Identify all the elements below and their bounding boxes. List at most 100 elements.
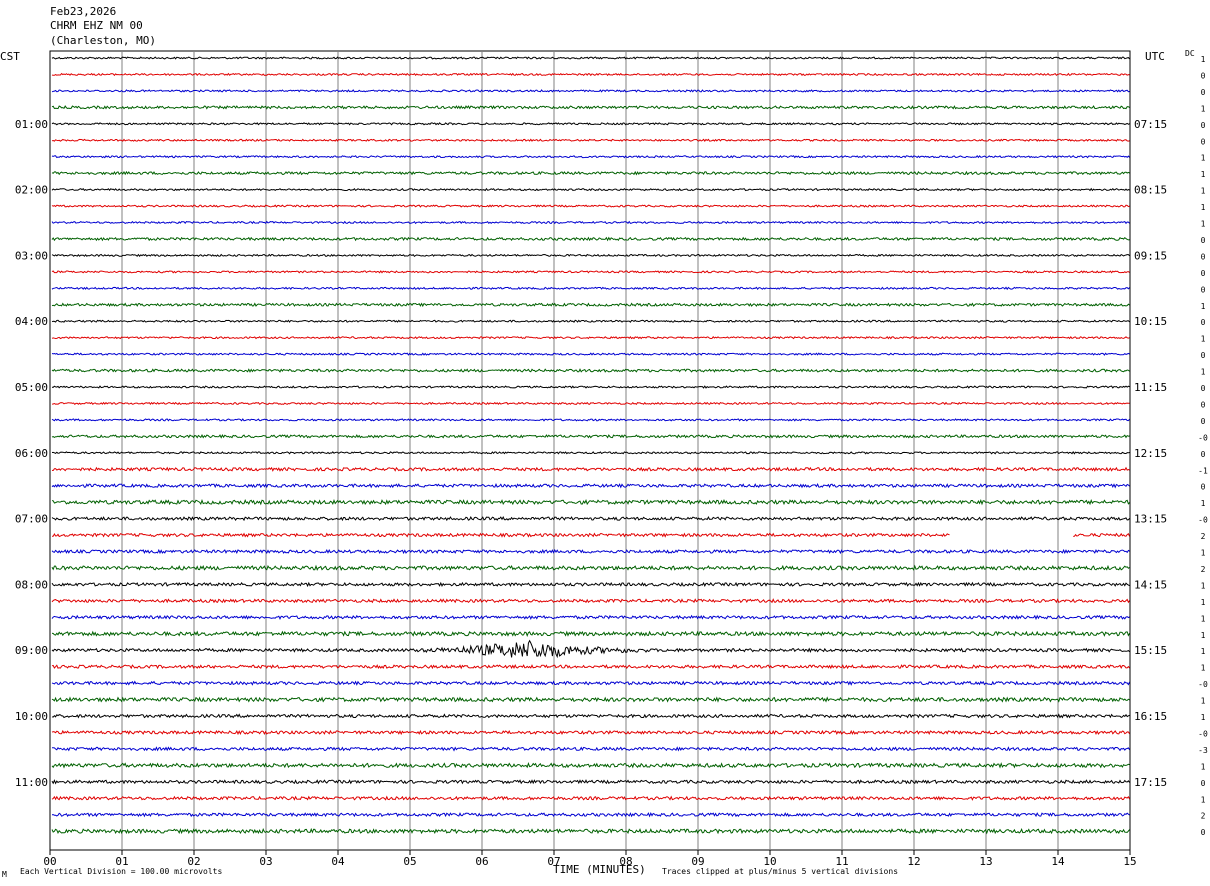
- seismic-trace: [51, 630, 1131, 637]
- dc-offset-value: 0: [1201, 137, 1206, 146]
- dc-offset-value: 1: [1201, 631, 1206, 640]
- cst-hour-label: 10:00: [15, 710, 48, 723]
- dc-offset-value: 0: [1201, 400, 1206, 409]
- dc-offset-value: -3: [1198, 746, 1208, 755]
- cst-hour-label: 11:00: [15, 776, 48, 789]
- x-tick-label: 04: [331, 855, 345, 868]
- seismic-trace: [51, 664, 1130, 670]
- dc-offset-value: 1: [1201, 170, 1206, 179]
- cst-hour-label: 08:00: [15, 578, 48, 591]
- seismic-trace: [51, 498, 1130, 506]
- plot-frame: [49, 50, 1131, 851]
- dc-offset-value: -0: [1198, 729, 1208, 738]
- utc-hour-label: 12:15: [1134, 447, 1167, 460]
- seismic-trace: [51, 581, 1130, 588]
- dc-offset-value: 0: [1201, 88, 1206, 97]
- seismic-trace: [51, 286, 1130, 291]
- seismic-trace: [51, 319, 1130, 323]
- dc-offset-value: 1: [1201, 220, 1206, 229]
- dc-offset-value: 2: [1201, 565, 1206, 574]
- dc-offset-value: 0: [1201, 417, 1206, 426]
- seismic-trace: [51, 204, 1130, 208]
- dc-offset-value: 0: [1201, 71, 1206, 80]
- dc-offset-value: -0: [1198, 433, 1208, 442]
- seismic-trace: [51, 598, 1131, 604]
- dc-offset-value: 1: [1201, 302, 1206, 311]
- cst-hour-label: 09:00: [15, 644, 48, 657]
- dc-offset-value: 0: [1201, 318, 1206, 327]
- x-axis-title: TIME (MINUTES): [553, 863, 646, 876]
- corner-mark: M: [2, 870, 7, 879]
- seismic-trace: [51, 270, 1130, 274]
- seismic-trace: [51, 72, 1130, 77]
- seismic-trace: [51, 56, 1130, 60]
- seismic-trace: [51, 729, 1131, 736]
- utc-hour-label: 15:15: [1134, 644, 1167, 657]
- dc-offset-value: 1: [1201, 647, 1206, 656]
- seismic-trace: [51, 89, 1130, 93]
- x-tick-label: 13: [979, 855, 992, 868]
- dc-offset-value: 1: [1201, 203, 1206, 212]
- seismic-trace: [51, 105, 1130, 110]
- seismic-trace: [51, 220, 1130, 225]
- dc-offset-value: 1: [1201, 614, 1206, 623]
- dc-offset-value: 1: [1201, 664, 1206, 673]
- dc-offset-value: 1: [1201, 762, 1206, 771]
- dc-offset-value: 0: [1201, 121, 1206, 130]
- seismic-trace: [51, 795, 1131, 801]
- utc-hour-label: 11:15: [1134, 381, 1167, 394]
- dc-offset-value: 0: [1201, 236, 1206, 245]
- seismic-trace: [51, 122, 1130, 126]
- dc-offset-value: 1: [1201, 598, 1206, 607]
- seismic-trace: [52, 532, 1131, 538]
- dc-offset-value: 2: [1201, 812, 1206, 821]
- seismic-trace: [51, 614, 1130, 621]
- seismic-trace: [51, 352, 1130, 356]
- seismic-trace: [51, 639, 1130, 659]
- seismic-trace: [51, 302, 1130, 308]
- x-tick-label: 05: [403, 855, 416, 868]
- helicorder-plot: 00 01 02 03 04 05 06 07 08 09 10 11 12 13 14 1510010011…: [15, 50, 1208, 868]
- seismic-trace: [51, 696, 1130, 703]
- seismic-trace: [51, 827, 1130, 835]
- dc-offset-value: 1: [1201, 55, 1206, 64]
- seismic-trace: [51, 187, 1130, 192]
- utc-hour-label: 10:15: [1134, 315, 1167, 328]
- dc-offset-value: -0: [1198, 516, 1208, 525]
- dc-offset-value: -0: [1198, 680, 1208, 689]
- x-tick-label: 03: [259, 855, 272, 868]
- x-tick-label: 12: [907, 855, 920, 868]
- seismic-trace: [51, 401, 1130, 406]
- dc-offset-value: 1: [1201, 581, 1206, 590]
- dc-offset-value: 1: [1201, 154, 1206, 163]
- dc-offset-value: 0: [1201, 779, 1206, 788]
- utc-hour-label: 17:15: [1134, 776, 1167, 789]
- utc-hour-label: 07:15: [1134, 118, 1167, 131]
- seismic-trace: [51, 335, 1130, 340]
- dc-offset-value: 2: [1201, 532, 1206, 541]
- cst-hour-label: 07:00: [15, 513, 48, 526]
- seismic-trace: [51, 170, 1130, 176]
- seismic-trace: [51, 548, 1130, 555]
- dc-offset-value: -1: [1198, 466, 1208, 475]
- dc-offset-value: 1: [1201, 368, 1206, 377]
- seismic-trace: [51, 483, 1130, 489]
- dc-offset-value: 0: [1201, 450, 1206, 459]
- seismic-trace: [51, 680, 1131, 686]
- seismic-trace: [51, 564, 1130, 572]
- utc-hour-label: 14:15: [1134, 578, 1167, 591]
- dc-offset-value: 1: [1201, 713, 1206, 722]
- seismic-trace: [51, 713, 1130, 719]
- utc-hour-label: 08:15: [1134, 184, 1167, 197]
- dc-offset-value: 1: [1201, 549, 1206, 558]
- seismic-trace: [51, 434, 1130, 439]
- dc-offset-value: 0: [1201, 384, 1206, 393]
- cst-hour-label: 05:00: [15, 381, 48, 394]
- scale-note: Each Vertical Division = 100.00 microvol…: [20, 867, 223, 876]
- dc-offset-value: 0: [1201, 285, 1206, 294]
- dc-offset-value: 1: [1201, 335, 1206, 344]
- utc-hour-label: 09:15: [1134, 249, 1167, 262]
- dc-offset-value: 0: [1201, 483, 1206, 492]
- seismic-trace: [51, 516, 1130, 522]
- seismic-trace: [51, 368, 1130, 373]
